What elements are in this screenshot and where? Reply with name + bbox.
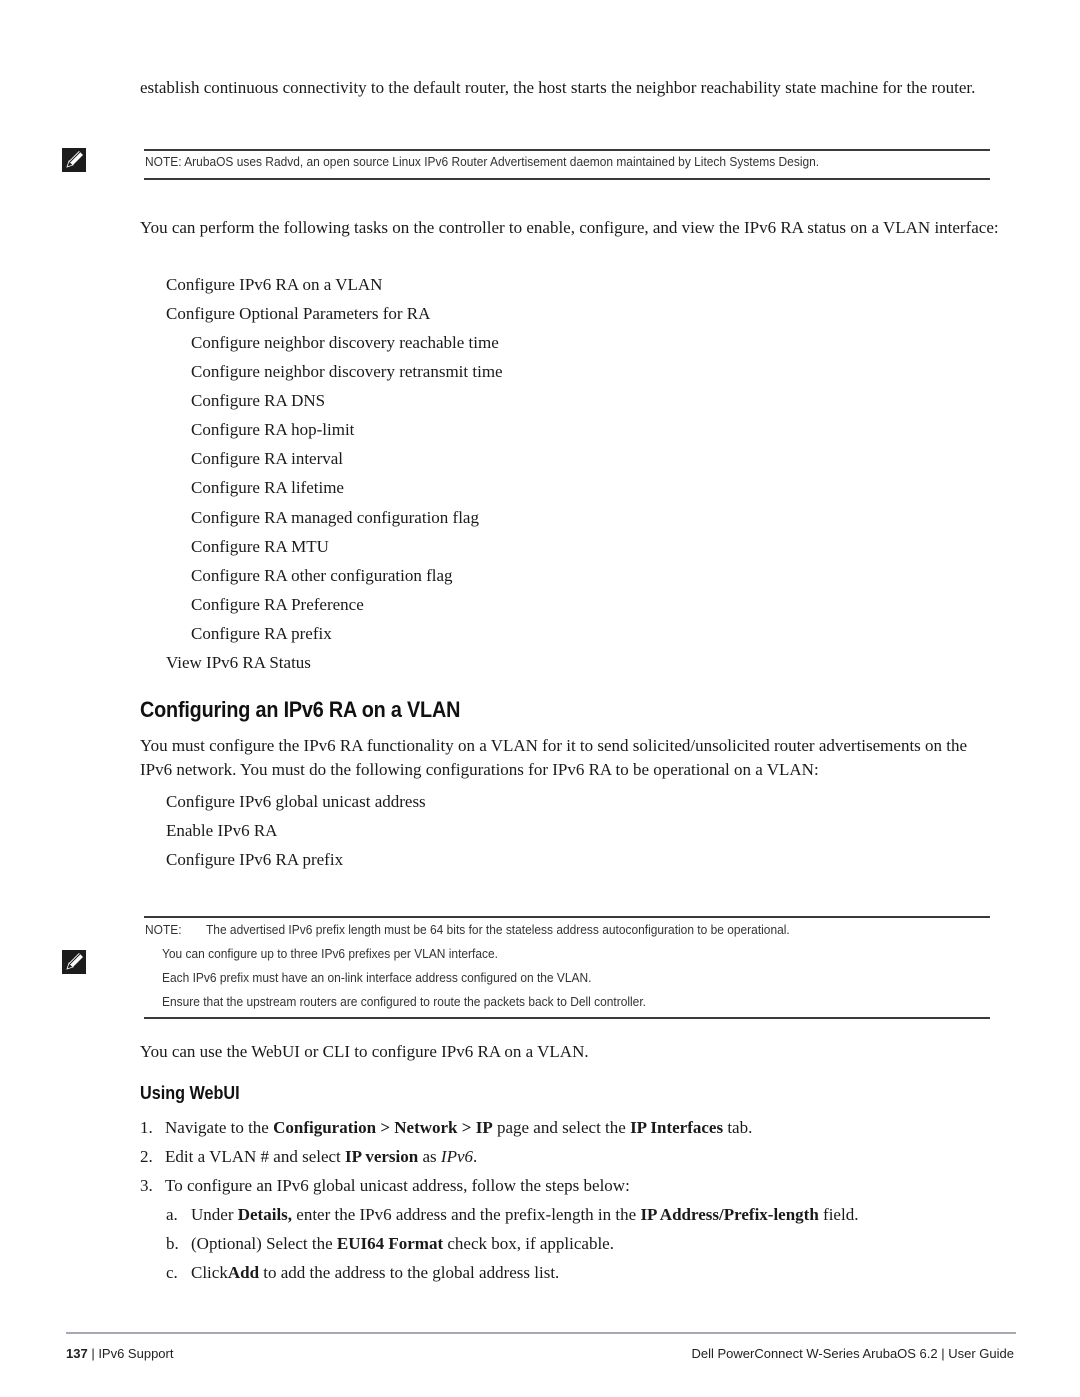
substep-item: c. ClickAdd to add the address to the glo… <box>166 1262 559 1284</box>
note-top-rule <box>144 149 990 151</box>
intro-paragraph: establish continuous connectivity to the… <box>140 78 976 97</box>
step-text: Under <box>191 1205 238 1224</box>
substep-letter: b. <box>166 1234 179 1253</box>
list-item[interactable]: Configure IPv6 global unicast address <box>166 791 426 813</box>
step-text: as <box>418 1147 441 1166</box>
list-item[interactable]: Configure RA lifetime <box>191 477 344 499</box>
note-text: NOTE: ArubaOS uses Radvd, an open source… <box>145 154 820 169</box>
note-label: NOTE: <box>145 922 182 937</box>
note-bottom-rule <box>144 178 990 180</box>
document-type: User Guide <box>948 1346 1014 1361</box>
list-item[interactable]: Configure neighbor discovery retransmit … <box>191 361 503 383</box>
substep-item: a. Under Details, enter the IPv6 address … <box>166 1204 858 1226</box>
list-item[interactable]: View IPv6 RA Status <box>166 652 311 674</box>
list-item[interactable]: Configure RA MTU <box>191 536 329 558</box>
list-item[interactable]: Configure RA other configuration flag <box>191 565 453 587</box>
note-line: The advertised IPv6 prefix length must b… <box>206 922 790 937</box>
field-name: IP version <box>345 1147 419 1166</box>
list-item[interactable]: Configure RA interval <box>191 448 343 470</box>
footer-right: Dell PowerConnect W-Series ArubaOS 6.2 |… <box>691 1346 1014 1361</box>
list-item[interactable]: Configure IPv6 RA prefix <box>166 849 343 871</box>
footer-rule <box>66 1332 1016 1334</box>
list-item[interactable]: Configure IPv6 RA on a VLAN <box>166 274 382 296</box>
note-line: Each IPv6 prefix must have an on-link in… <box>162 970 592 985</box>
note-top-rule <box>144 916 990 918</box>
substep-letter: a. <box>166 1205 178 1224</box>
step-text: page and select the <box>492 1118 631 1137</box>
step-number: 2. <box>140 1147 153 1166</box>
step-text: (Optional) Select the <box>191 1234 337 1253</box>
pencil-note-icon <box>62 950 86 974</box>
list-item[interactable]: Configure neighbor discovery reachable t… <box>191 332 499 354</box>
step-text: enter the IPv6 address and the prefix-le… <box>292 1205 641 1224</box>
step-text: To configure an IPv6 global unicast addr… <box>165 1176 630 1195</box>
footer-left: 137 | IPv6 Support <box>66 1346 173 1361</box>
step-text: Navigate to the <box>165 1118 274 1137</box>
step-number: 3. <box>140 1176 153 1195</box>
list-item[interactable]: Configure RA hop-limit <box>191 419 354 441</box>
substep-item: b. (Optional) Select the EUI64 Format che… <box>166 1233 614 1255</box>
pencil-note-icon <box>62 148 86 172</box>
webui-cli-paragraph: You can use the WebUI or CLI to configur… <box>140 1042 589 1061</box>
subsection-heading: Using WebUI <box>140 1083 240 1103</box>
list-item[interactable]: Configure RA DNS <box>191 390 325 412</box>
document-title: Dell PowerConnect W-Series ArubaOS 6.2 <box>691 1346 938 1361</box>
step-text: Edit a VLAN # and select <box>165 1147 346 1166</box>
substep-letter: c. <box>166 1263 178 1282</box>
step-number: 1. <box>140 1118 153 1137</box>
list-item[interactable]: Configure Optional Parameters for RA <box>166 303 430 325</box>
step-text: to add the address to the global address… <box>259 1263 560 1282</box>
section-heading: Configuring an IPv6 RA on a VLAN <box>140 697 461 722</box>
menu-path: Configuration > Network > IP <box>273 1118 493 1137</box>
note-bottom-rule <box>144 1017 990 1019</box>
field-value: IPv6 <box>440 1147 473 1166</box>
page-number: 137 <box>66 1346 88 1361</box>
note-line: You can configure up to three IPv6 prefi… <box>162 946 498 961</box>
list-item[interactable]: Enable IPv6 RA <box>166 820 277 842</box>
footer-separator: | <box>87 1346 99 1361</box>
button-name: Add <box>227 1263 260 1282</box>
step-item: 2. Edit a VLAN # and select IP version as… <box>140 1146 477 1168</box>
list-item[interactable]: Configure RA Preference <box>191 594 364 616</box>
field-name: IP Address/Prefix-length <box>640 1205 819 1224</box>
tab-name: IP Interfaces <box>630 1118 724 1137</box>
list-item[interactable]: Configure RA prefix <box>191 623 332 645</box>
step-item: 1. Navigate to the Configuration > Networ… <box>140 1117 752 1139</box>
list-item[interactable]: Configure RA managed configuration flag <box>191 507 479 529</box>
step-text: check box, if applicable. <box>443 1234 614 1253</box>
step-text: field. <box>818 1205 859 1224</box>
step-text: Click <box>191 1263 228 1282</box>
tasks-lead-paragraph: You can perform the following tasks on t… <box>140 218 999 237</box>
note-line: Ensure that the upstream routers are con… <box>162 994 646 1009</box>
chapter-name: IPv6 Support <box>98 1346 174 1361</box>
checkbox-name: EUI64 Format <box>336 1234 444 1253</box>
step-text: tab. <box>723 1118 753 1137</box>
section-name: Details, <box>237 1205 293 1224</box>
footer-separator: | <box>937 1346 949 1361</box>
step-text: . <box>473 1147 478 1166</box>
section-paragraph: You must configure the IPv6 RA functiona… <box>140 736 968 779</box>
step-item: 3. To configure an IPv6 global unicast ad… <box>140 1175 630 1197</box>
